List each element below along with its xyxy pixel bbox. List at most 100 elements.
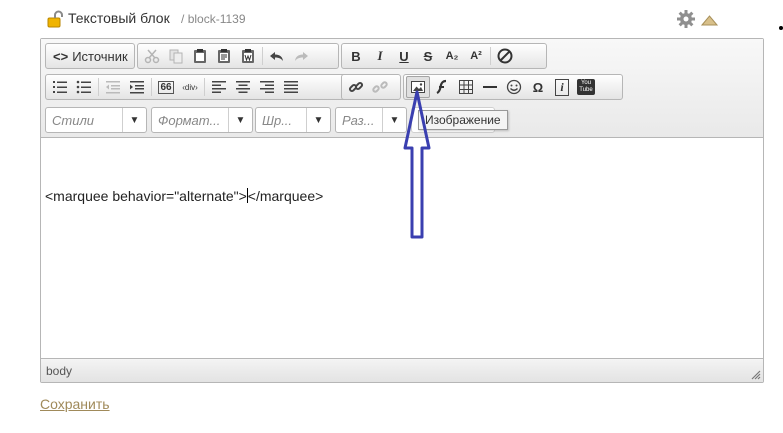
- superscript-icon: A²: [470, 50, 482, 62]
- copy-button[interactable]: [164, 45, 188, 67]
- horizontal-rule-icon: [483, 86, 497, 88]
- clipboard-icon: [194, 49, 206, 63]
- subscript-button[interactable]: A₂: [440, 45, 464, 67]
- numbered-list-icon: [53, 81, 67, 93]
- create-div-button[interactable]: ‹div›: [178, 76, 202, 98]
- bold-icon: B: [351, 48, 361, 64]
- remove-format-icon: [497, 48, 513, 64]
- redo-button[interactable]: [289, 45, 313, 67]
- link-button[interactable]: [344, 76, 368, 98]
- block-title: Текстовый блок: [68, 10, 170, 26]
- collapse-triangle-icon[interactable]: [701, 14, 718, 26]
- align-right-icon: [260, 81, 274, 93]
- block-header: Текстовый блок / block-1139: [44, 9, 779, 29]
- numbered-list-button[interactable]: [48, 76, 72, 98]
- format-combo[interactable]: Формат... ▼: [151, 107, 253, 133]
- gear-icon[interactable]: [676, 9, 696, 29]
- subscript-icon: A₂: [445, 50, 459, 62]
- bulleted-list-icon: [76, 80, 91, 94]
- youtube-icon: You Tube: [577, 79, 595, 95]
- block-id-value: block-1139: [187, 12, 246, 26]
- cut-button[interactable]: [140, 45, 164, 67]
- blockquote-button[interactable]: 66: [154, 76, 178, 98]
- align-center-icon: [236, 81, 250, 93]
- toolbar-group-paragraph: 66 ‹div›: [45, 74, 377, 100]
- element-path-body[interactable]: body: [46, 364, 72, 378]
- align-right-button[interactable]: [255, 76, 279, 98]
- font-combo[interactable]: Шр... ▼: [255, 107, 331, 133]
- paste-button[interactable]: [188, 45, 212, 67]
- div-icon: ‹div›: [182, 82, 198, 92]
- format-combo-label: Формат...: [158, 113, 221, 128]
- omega-icon: Ω: [532, 79, 544, 95]
- size-combo[interactable]: Раз... ▼: [335, 107, 407, 133]
- info-icon: i: [555, 78, 569, 96]
- unlink-icon: [372, 81, 388, 93]
- clipboard-text-icon: [218, 49, 230, 63]
- block-id-separator: /: [181, 12, 185, 26]
- align-left-button[interactable]: [207, 76, 231, 98]
- undo-button[interactable]: [265, 45, 289, 67]
- chevron-down-icon: ▼: [228, 108, 252, 132]
- styles-combo-label: Стили: [52, 113, 95, 128]
- toolbar-group-source: <> Источник: [45, 43, 135, 69]
- outdent-icon: [106, 81, 120, 94]
- toolbar-separator: [204, 78, 205, 96]
- indent-button[interactable]: [125, 76, 149, 98]
- align-center-button[interactable]: [231, 76, 255, 98]
- source-code-icon: <>: [53, 48, 69, 64]
- superscript-button[interactable]: A²: [464, 45, 488, 67]
- resize-handle-icon[interactable]: [749, 368, 761, 380]
- toolbar-separator: [151, 78, 152, 96]
- copy-icon: [169, 49, 183, 64]
- source-button[interactable]: <> Источник: [48, 45, 133, 67]
- size-combo-label: Раз...: [342, 113, 375, 128]
- align-justify-button[interactable]: [279, 76, 303, 98]
- chevron-down-icon: ▼: [122, 108, 146, 132]
- toolbar-separator: [262, 47, 263, 65]
- scissors-icon: [144, 49, 160, 64]
- toolbar-group-links: [341, 74, 401, 100]
- unlink-button[interactable]: [368, 76, 392, 98]
- youtube-button[interactable]: You Tube: [574, 76, 598, 98]
- save-link[interactable]: Сохранить: [40, 396, 110, 412]
- styles-combo[interactable]: Стили ▼: [45, 107, 147, 133]
- content-after-caret: </marquee>: [247, 188, 324, 204]
- bold-button[interactable]: B: [344, 45, 368, 67]
- block-id: / block-1139: [181, 12, 246, 26]
- paste-word-button[interactable]: [236, 45, 260, 67]
- flash-icon: [436, 79, 447, 94]
- font-combo-label: Шр...: [262, 113, 293, 128]
- underline-button[interactable]: U: [392, 45, 416, 67]
- image-tooltip-label: Изображение: [425, 113, 501, 127]
- toolbar-separator: [490, 47, 491, 65]
- undo-icon: [270, 52, 283, 61]
- toolbar-group-clipboard: [137, 43, 339, 69]
- underline-icon: U: [399, 48, 409, 64]
- blockquote-icon: 66: [158, 80, 174, 94]
- editor-content-text[interactable]: <marquee behavior="alternate"></marquee>: [45, 188, 323, 204]
- chevron-down-icon: ▼: [306, 108, 330, 132]
- bulleted-list-button[interactable]: [72, 76, 96, 98]
- remove-format-button[interactable]: [493, 45, 517, 67]
- annotation-arrow-up-icon: [403, 90, 431, 239]
- toolbar-separator: [98, 78, 99, 96]
- iframe-button[interactable]: i: [550, 76, 574, 98]
- strike-button[interactable]: S: [416, 45, 440, 67]
- paste-text-button[interactable]: [212, 45, 236, 67]
- strike-icon: S: [423, 48, 433, 64]
- element-path-bar: body: [41, 360, 763, 382]
- redo-icon: [295, 52, 308, 61]
- horizontal-rule-button[interactable]: [478, 76, 502, 98]
- unlock-icon[interactable]: [46, 10, 64, 28]
- table-button[interactable]: [454, 76, 478, 98]
- italic-button[interactable]: I: [368, 45, 392, 67]
- smiley-button[interactable]: [502, 76, 526, 98]
- special-char-button[interactable]: Ω: [526, 76, 550, 98]
- indent-icon: [130, 81, 144, 94]
- italic-icon: I: [377, 48, 383, 63]
- outdent-button[interactable]: [101, 76, 125, 98]
- flash-button[interactable]: [430, 76, 454, 98]
- smiley-icon: [506, 79, 522, 95]
- source-label: Источник: [72, 48, 128, 64]
